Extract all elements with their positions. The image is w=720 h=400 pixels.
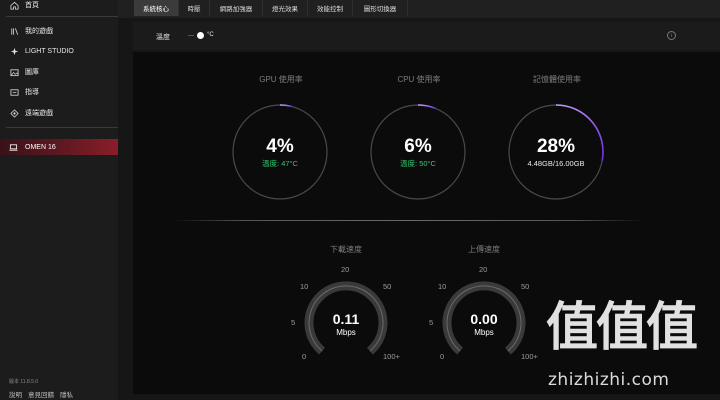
watermark-logo: 值值值 [546, 298, 698, 358]
download-tick-50: 50 [383, 282, 392, 291]
upload-tick-10: 10 [438, 282, 447, 291]
upload-tick-100: 100+ [521, 352, 538, 361]
upload-tick-5: 5 [429, 318, 434, 327]
download-speed-value: 0.11 [333, 311, 360, 327]
upload-speed-unit: Mbps [474, 328, 494, 337]
upload-tick-0: 0 [440, 352, 445, 361]
watermark-url: zhizhizhi.com [548, 370, 670, 390]
download-tick-20: 20 [341, 265, 350, 274]
download-tick-5: 5 [291, 318, 296, 327]
upload-speed-value: 0.00 [470, 311, 497, 327]
download-tick-100: 100+ [383, 352, 400, 361]
download-tick-10: 10 [300, 282, 309, 291]
download-gauge: 0.11 Mbps [304, 281, 388, 355]
download-speed-unit: Mbps [336, 328, 356, 337]
download-tick-0: 0 [302, 352, 307, 361]
upload-gauge: 0.00 Mbps [442, 281, 526, 355]
upload-tick-50: 50 [521, 282, 530, 291]
upload-tick-20: 20 [479, 265, 488, 274]
